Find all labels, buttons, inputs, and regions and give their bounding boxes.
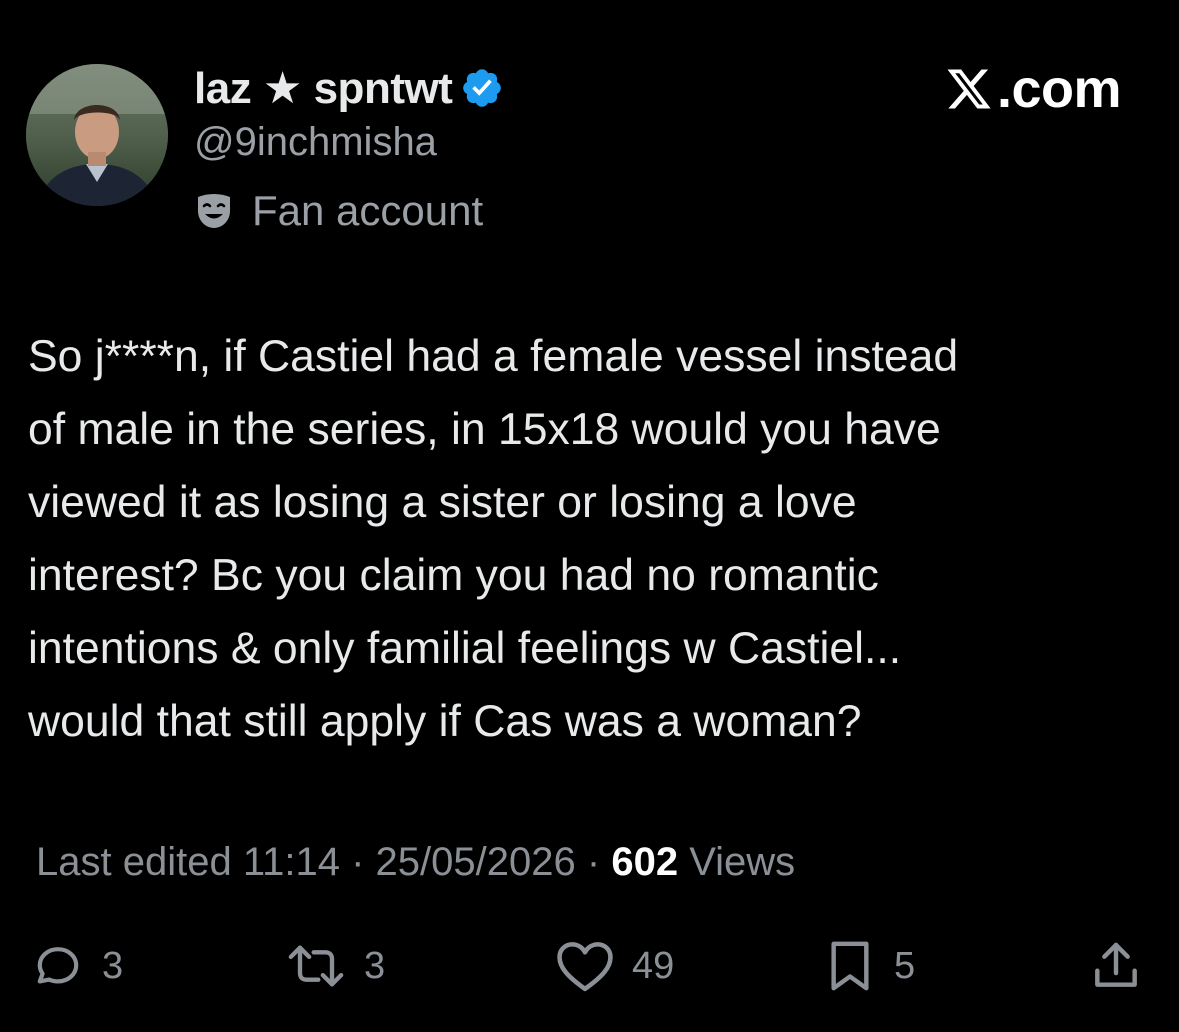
author-row: laz ★ spntwt [194,60,504,116]
verified-badge-icon [463,69,502,107]
theater-mask-icon [198,194,230,228]
share-icon [1095,942,1137,987]
share-button[interactable] [1088,936,1144,996]
fan-account-label: Fan account [252,187,484,234]
meta-separator: · [351,840,365,884]
profile-photo-icon [26,64,168,206]
action-bar: 3 3 49 5 [0,936,1179,996]
like-button[interactable]: 49 [554,936,674,996]
meta-separator-2: · [586,840,601,884]
reply-icon [37,947,79,984]
repost-icon [288,945,344,987]
like-count: 49 [632,944,675,987]
tweet-text: So j****n, if Castiel had a female vesse… [28,332,959,746]
views-label: Views [689,840,796,884]
tweet-date[interactable]: 25/05/2026 [376,840,576,884]
reply-count: 3 [102,944,124,987]
x-logo-icon [947,69,991,109]
author-handle[interactable]: @9inchmisha [194,120,437,165]
tweet-card: laz ★ spntwt @9inchmisha Fan account .co… [0,0,1179,1032]
tweet-time[interactable]: 11:14 [243,840,340,884]
repost-count: 3 [364,944,386,987]
bookmark-icon [831,941,869,991]
repost-button[interactable]: 3 [284,936,385,996]
views-count: 602 [611,840,679,884]
display-name[interactable]: laz ★ spntwt [194,63,453,114]
bookmark-button[interactable]: 5 [822,936,915,996]
edited-prefix[interactable]: Last edited [36,840,232,884]
bookmark-count: 5 [894,944,916,987]
reply-button[interactable]: 3 [30,936,123,996]
brand-domain: .com [996,59,1122,119]
account-label: Fan account [194,184,483,238]
heart-icon [557,942,613,992]
tweet-meta: Last edited 11:14 · 25/05/2026 · 602 Vie… [36,834,795,890]
avatar[interactable] [26,64,168,206]
x-brand: .com [945,58,1122,120]
